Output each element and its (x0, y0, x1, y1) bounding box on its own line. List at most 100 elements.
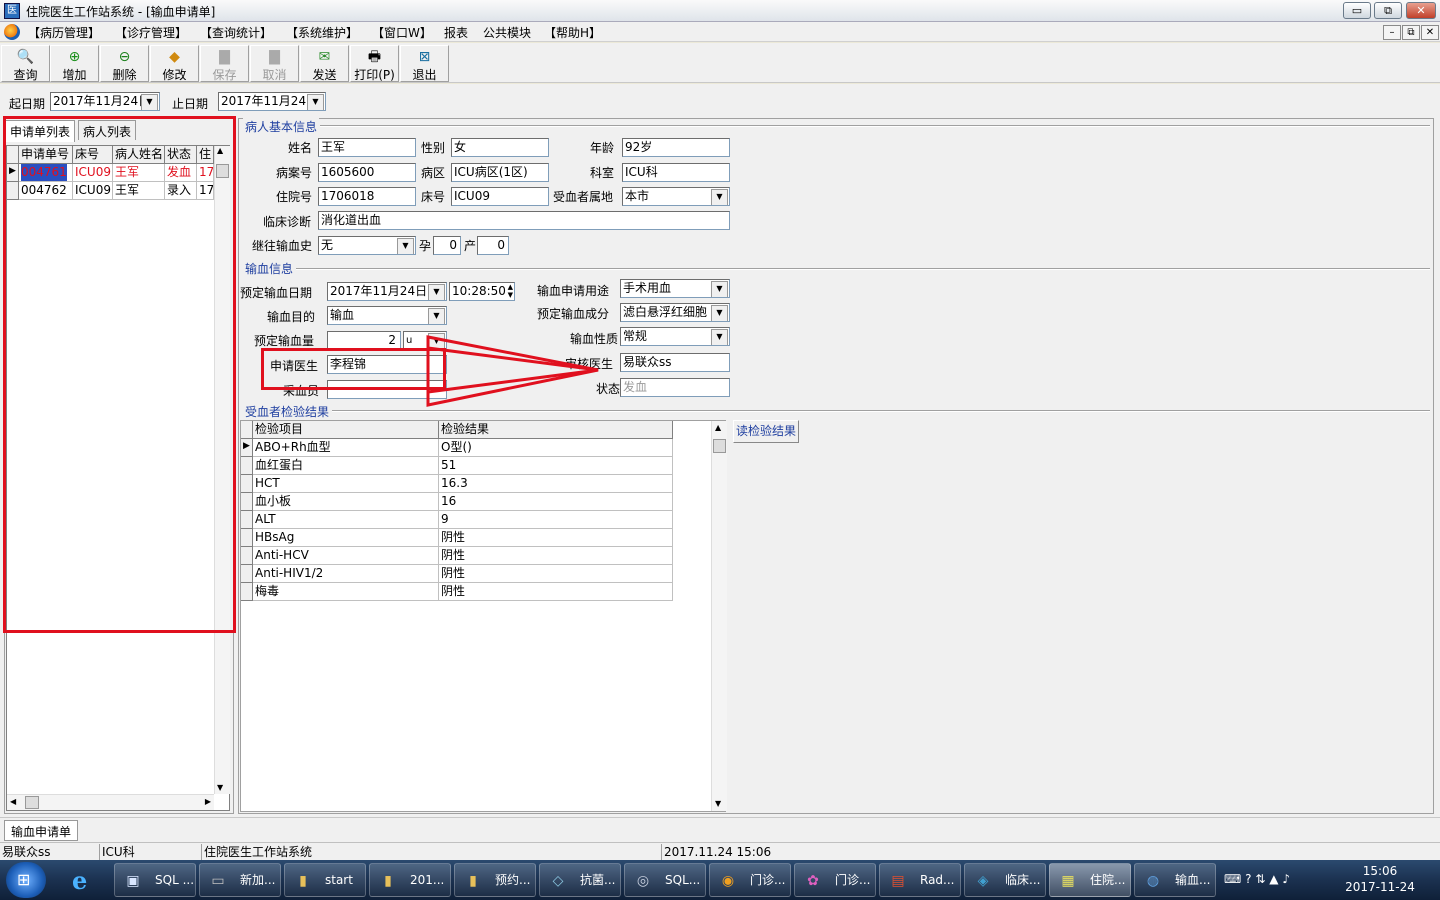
record-no-field[interactable]: 1605600 (318, 163, 416, 182)
menu-record[interactable]: 【病历管理】 (28, 24, 100, 41)
network-icon[interactable]: ⇅ (1255, 872, 1265, 886)
cancel-button[interactable]: ▇ 取消 (250, 45, 299, 82)
table-row[interactable]: 血红蛋白 (253, 457, 439, 475)
start-button[interactable]: ⊞ (6, 862, 46, 898)
query-button[interactable]: 🔍 查询 (1, 45, 50, 82)
taskbar-app-6[interactable]: ◎ SQL... (624, 863, 706, 897)
table-row[interactable]: HCT (253, 475, 439, 493)
minimize-button[interactable]: ▭ (1343, 2, 1371, 19)
taskbar-app-8[interactable]: ✿ 门诊... (794, 863, 876, 897)
reviewer-field[interactable]: 易联众ss (620, 353, 730, 372)
exit-button[interactable]: ⊠ 退出 (400, 45, 449, 82)
bed-field[interactable]: ICU09 (451, 187, 549, 206)
birth-field[interactable]: 0 (477, 236, 509, 255)
table-cell[interactable]: 16.3 (439, 475, 673, 493)
edit-button[interactable]: ◆ 修改 (150, 45, 199, 82)
ward-field[interactable]: ICU病区(1区) (451, 163, 549, 182)
sex-field[interactable]: 女 (451, 138, 549, 157)
component-select[interactable]: 滤白悬浮红细胞 (620, 303, 730, 322)
inpatient-no-label: 住院号 (276, 190, 313, 204)
start-date-picker[interactable]: 2017年11月24日 (50, 92, 160, 111)
menu-query[interactable]: 【查询统计】 (200, 24, 272, 41)
taskbar-app-3[interactable]: ▮ 201... (369, 863, 451, 897)
scroll-down-icon[interactable]: ▼ (715, 799, 721, 808)
col-test-item[interactable]: 检验项目 (253, 421, 439, 439)
name-field[interactable]: 王军 (318, 138, 416, 157)
scroll-up-icon[interactable]: ▲ (715, 423, 721, 432)
taskbar-app-0[interactable]: ▣ SQL ... (114, 863, 196, 897)
test-results-vscroll[interactable]: ▲ ▼ (711, 421, 727, 811)
end-date-picker[interactable]: 2017年11月24日 (218, 92, 326, 111)
table-cell[interactable]: 9 (439, 511, 673, 529)
col-test-result[interactable]: 检验结果 (439, 421, 673, 439)
maximize-button[interactable]: ⧉ (1374, 2, 1402, 19)
save-button[interactable]: ▇ 保存 (200, 45, 249, 82)
table-cell[interactable]: 51 (439, 457, 673, 475)
scroll-right-icon[interactable]: ▶ (205, 797, 211, 806)
scroll-down-icon[interactable]: ▼ (217, 783, 223, 792)
table-cell[interactable]: 阴性 (439, 547, 673, 565)
menu-maintenance[interactable]: 【系统维护】 (286, 24, 358, 41)
taskbar-app-10[interactable]: ◈ 临床... (964, 863, 1046, 897)
table-cell[interactable]: 16 (439, 493, 673, 511)
volume-icon[interactable]: ♪ (1282, 872, 1290, 886)
mdi-minimize-button[interactable]: – (1383, 25, 1401, 40)
taskbar-app-1[interactable]: ▭ 新加... (199, 863, 281, 897)
table-row[interactable]: Anti-HCV (253, 547, 439, 565)
table-cell[interactable]: 阴性 (439, 529, 673, 547)
delete-button[interactable]: ⊖ 删除 (100, 45, 149, 82)
send-button[interactable]: ✉ 发送 (300, 45, 349, 82)
scroll-thumb[interactable] (25, 796, 39, 809)
taskbar-app-12[interactable]: ◍ 输血... (1134, 863, 1216, 897)
ie-quicklaunch[interactable]: e (64, 863, 106, 897)
goal-select[interactable]: 输血 (327, 306, 447, 325)
taskbar-app-11[interactable]: ▦ 住院... (1049, 863, 1131, 897)
scroll-thumb[interactable] (713, 439, 726, 453)
keyboard-icon[interactable]: ⌨ (1224, 872, 1241, 886)
menu-report[interactable]: 报表 (444, 24, 468, 41)
history-select[interactable]: 无 (318, 236, 416, 255)
apply-list-hscroll[interactable]: ◀ ▶ (7, 794, 214, 810)
origin-select[interactable]: 本市 (622, 187, 730, 206)
menu-treatment[interactable]: 【诊疗管理】 (115, 24, 187, 41)
taskbar-app-2[interactable]: ▮ start (284, 863, 366, 897)
table-cell[interactable]: 阴性 (439, 583, 673, 601)
table-cell[interactable]: O型() (439, 439, 673, 457)
dept-field[interactable]: ICU科 (622, 163, 730, 182)
taskbar-app-7[interactable]: ◉ 门诊... (709, 863, 791, 897)
planned-time-spinner[interactable]: 10:28:50 ▲ ▼ (449, 282, 515, 301)
mdi-restore-button[interactable]: ⧉ (1402, 25, 1420, 40)
purpose-select[interactable]: 手术用血 (620, 279, 730, 298)
print-button[interactable]: 🖶 打印(P) (350, 45, 399, 82)
mdi-close-button[interactable]: ✕ (1421, 25, 1439, 40)
tray-icons[interactable]: ⌨ ? ⇅ ▲ ♪ (1224, 872, 1290, 886)
nature-select[interactable]: 常规 (620, 327, 730, 346)
taskbar-app-4[interactable]: ▮ 预约... (454, 863, 536, 897)
taskbar-clock[interactable]: 15:06 2017-11-24 (1340, 864, 1420, 894)
add-button[interactable]: ⊕ 增加 (50, 45, 99, 82)
taskbar-app-9[interactable]: ▤ Rad... (879, 863, 961, 897)
table-row[interactable]: 血小板 (253, 493, 439, 511)
table-row[interactable]: ABO+Rh血型 (253, 439, 439, 457)
tray-expand-icon[interactable]: ▲ (1269, 872, 1278, 886)
spinner-arrows-icon[interactable]: ▲ ▼ (508, 283, 513, 299)
table-row[interactable]: 梅毒 (253, 583, 439, 601)
scroll-left-icon[interactable]: ◀ (10, 797, 16, 806)
menu-window[interactable]: 【窗口W】 (372, 24, 432, 41)
menu-public[interactable]: 公共模块 (483, 24, 531, 41)
diagnosis-field[interactable]: 消化道出血 (318, 211, 730, 230)
table-cell[interactable]: 阴性 (439, 565, 673, 583)
inpatient-no-field[interactable]: 1706018 (318, 187, 416, 206)
table-row[interactable]: ALT (253, 511, 439, 529)
age-field[interactable]: 92岁 (622, 138, 730, 157)
planned-date-picker[interactable]: 2017年11月24日 (327, 282, 447, 301)
pregnancy-field[interactable]: 0 (433, 236, 461, 255)
table-row[interactable]: HBsAg (253, 529, 439, 547)
taskbar-app-5[interactable]: ◇ 抗菌... (539, 863, 621, 897)
table-row[interactable]: Anti-HIV1/2 (253, 565, 439, 583)
menu-help[interactable]: 【帮助H】 (544, 24, 601, 41)
help-icon[interactable]: ? (1245, 872, 1251, 886)
close-button[interactable]: ✕ (1406, 2, 1436, 19)
tab-transfusion-form[interactable]: 输血申请单 (4, 820, 79, 841)
read-results-button[interactable]: 读检验结果 (733, 420, 799, 443)
